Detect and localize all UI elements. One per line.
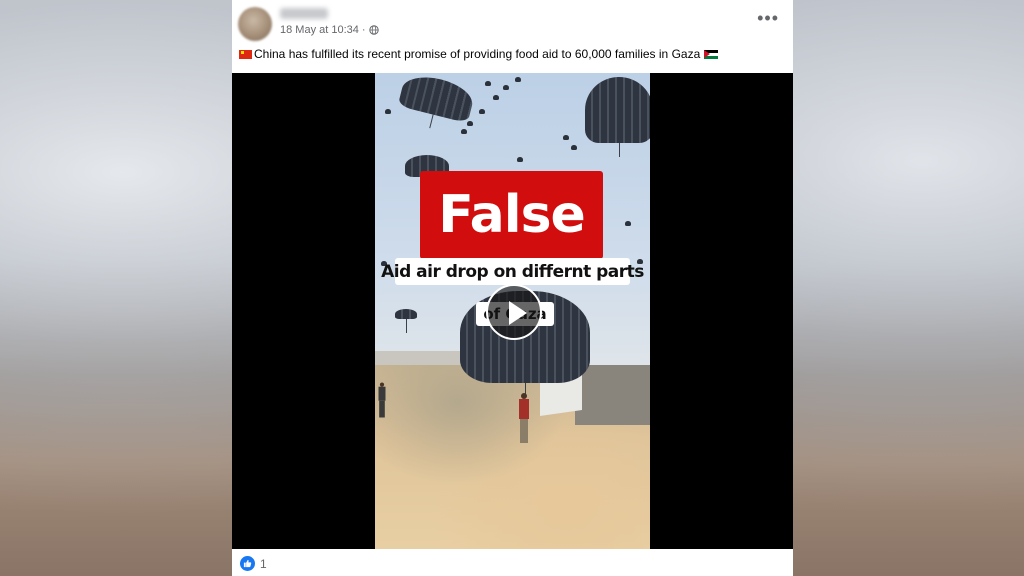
distant-parachute bbox=[625, 221, 631, 226]
like-icon[interactable] bbox=[240, 556, 255, 571]
author-name-blurred[interactable] bbox=[280, 8, 328, 19]
distant-parachute bbox=[563, 135, 569, 140]
distant-parachute bbox=[571, 145, 577, 150]
thumbs-up-icon bbox=[243, 559, 252, 568]
false-rating-label: False bbox=[420, 171, 603, 259]
distant-parachute bbox=[503, 85, 509, 90]
play-button[interactable] bbox=[486, 284, 542, 340]
rubble-structure bbox=[575, 365, 650, 425]
post-timestamp[interactable]: 18 May at 10:34 bbox=[280, 24, 359, 36]
distant-parachute bbox=[515, 77, 521, 82]
distant-parachute bbox=[467, 121, 473, 126]
post-footer: 1 bbox=[232, 549, 793, 576]
video-controls bbox=[232, 527, 793, 541]
distant-parachute bbox=[517, 157, 523, 162]
avatar[interactable] bbox=[238, 7, 272, 41]
play-icon bbox=[509, 301, 527, 325]
post-meta: 18 May at 10:34 · bbox=[280, 24, 379, 36]
distant-parachute bbox=[479, 109, 485, 114]
post-caption: China has fulfilled its recent promise o… bbox=[239, 47, 719, 61]
more-options-icon[interactable]: ••• bbox=[757, 9, 779, 27]
distant-parachute bbox=[493, 95, 499, 100]
globe-icon bbox=[368, 25, 379, 35]
video-caption-line1: Aid air drop on differnt parts bbox=[381, 258, 644, 285]
video-player[interactable]: False Aid air drop on differnt parts of … bbox=[232, 73, 793, 549]
post-header: 18 May at 10:34 · ••• bbox=[232, 0, 793, 48]
person-distant bbox=[377, 382, 387, 418]
distant-parachute bbox=[385, 109, 391, 114]
facebook-post: 18 May at 10:34 · ••• China has fulfille… bbox=[232, 0, 793, 576]
meta-separator: · bbox=[361, 24, 366, 36]
china-flag-icon bbox=[239, 49, 252, 59]
caption-text: China has fulfilled its recent promise o… bbox=[254, 47, 701, 61]
palestine-flag-icon bbox=[704, 49, 719, 59]
distant-parachute bbox=[485, 81, 491, 86]
distant-parachute bbox=[461, 129, 467, 134]
parachute bbox=[395, 309, 417, 333]
parachute bbox=[585, 77, 650, 157]
parachute bbox=[397, 73, 477, 124]
reaction-count[interactable]: 1 bbox=[260, 557, 267, 571]
person-standing bbox=[517, 393, 531, 443]
